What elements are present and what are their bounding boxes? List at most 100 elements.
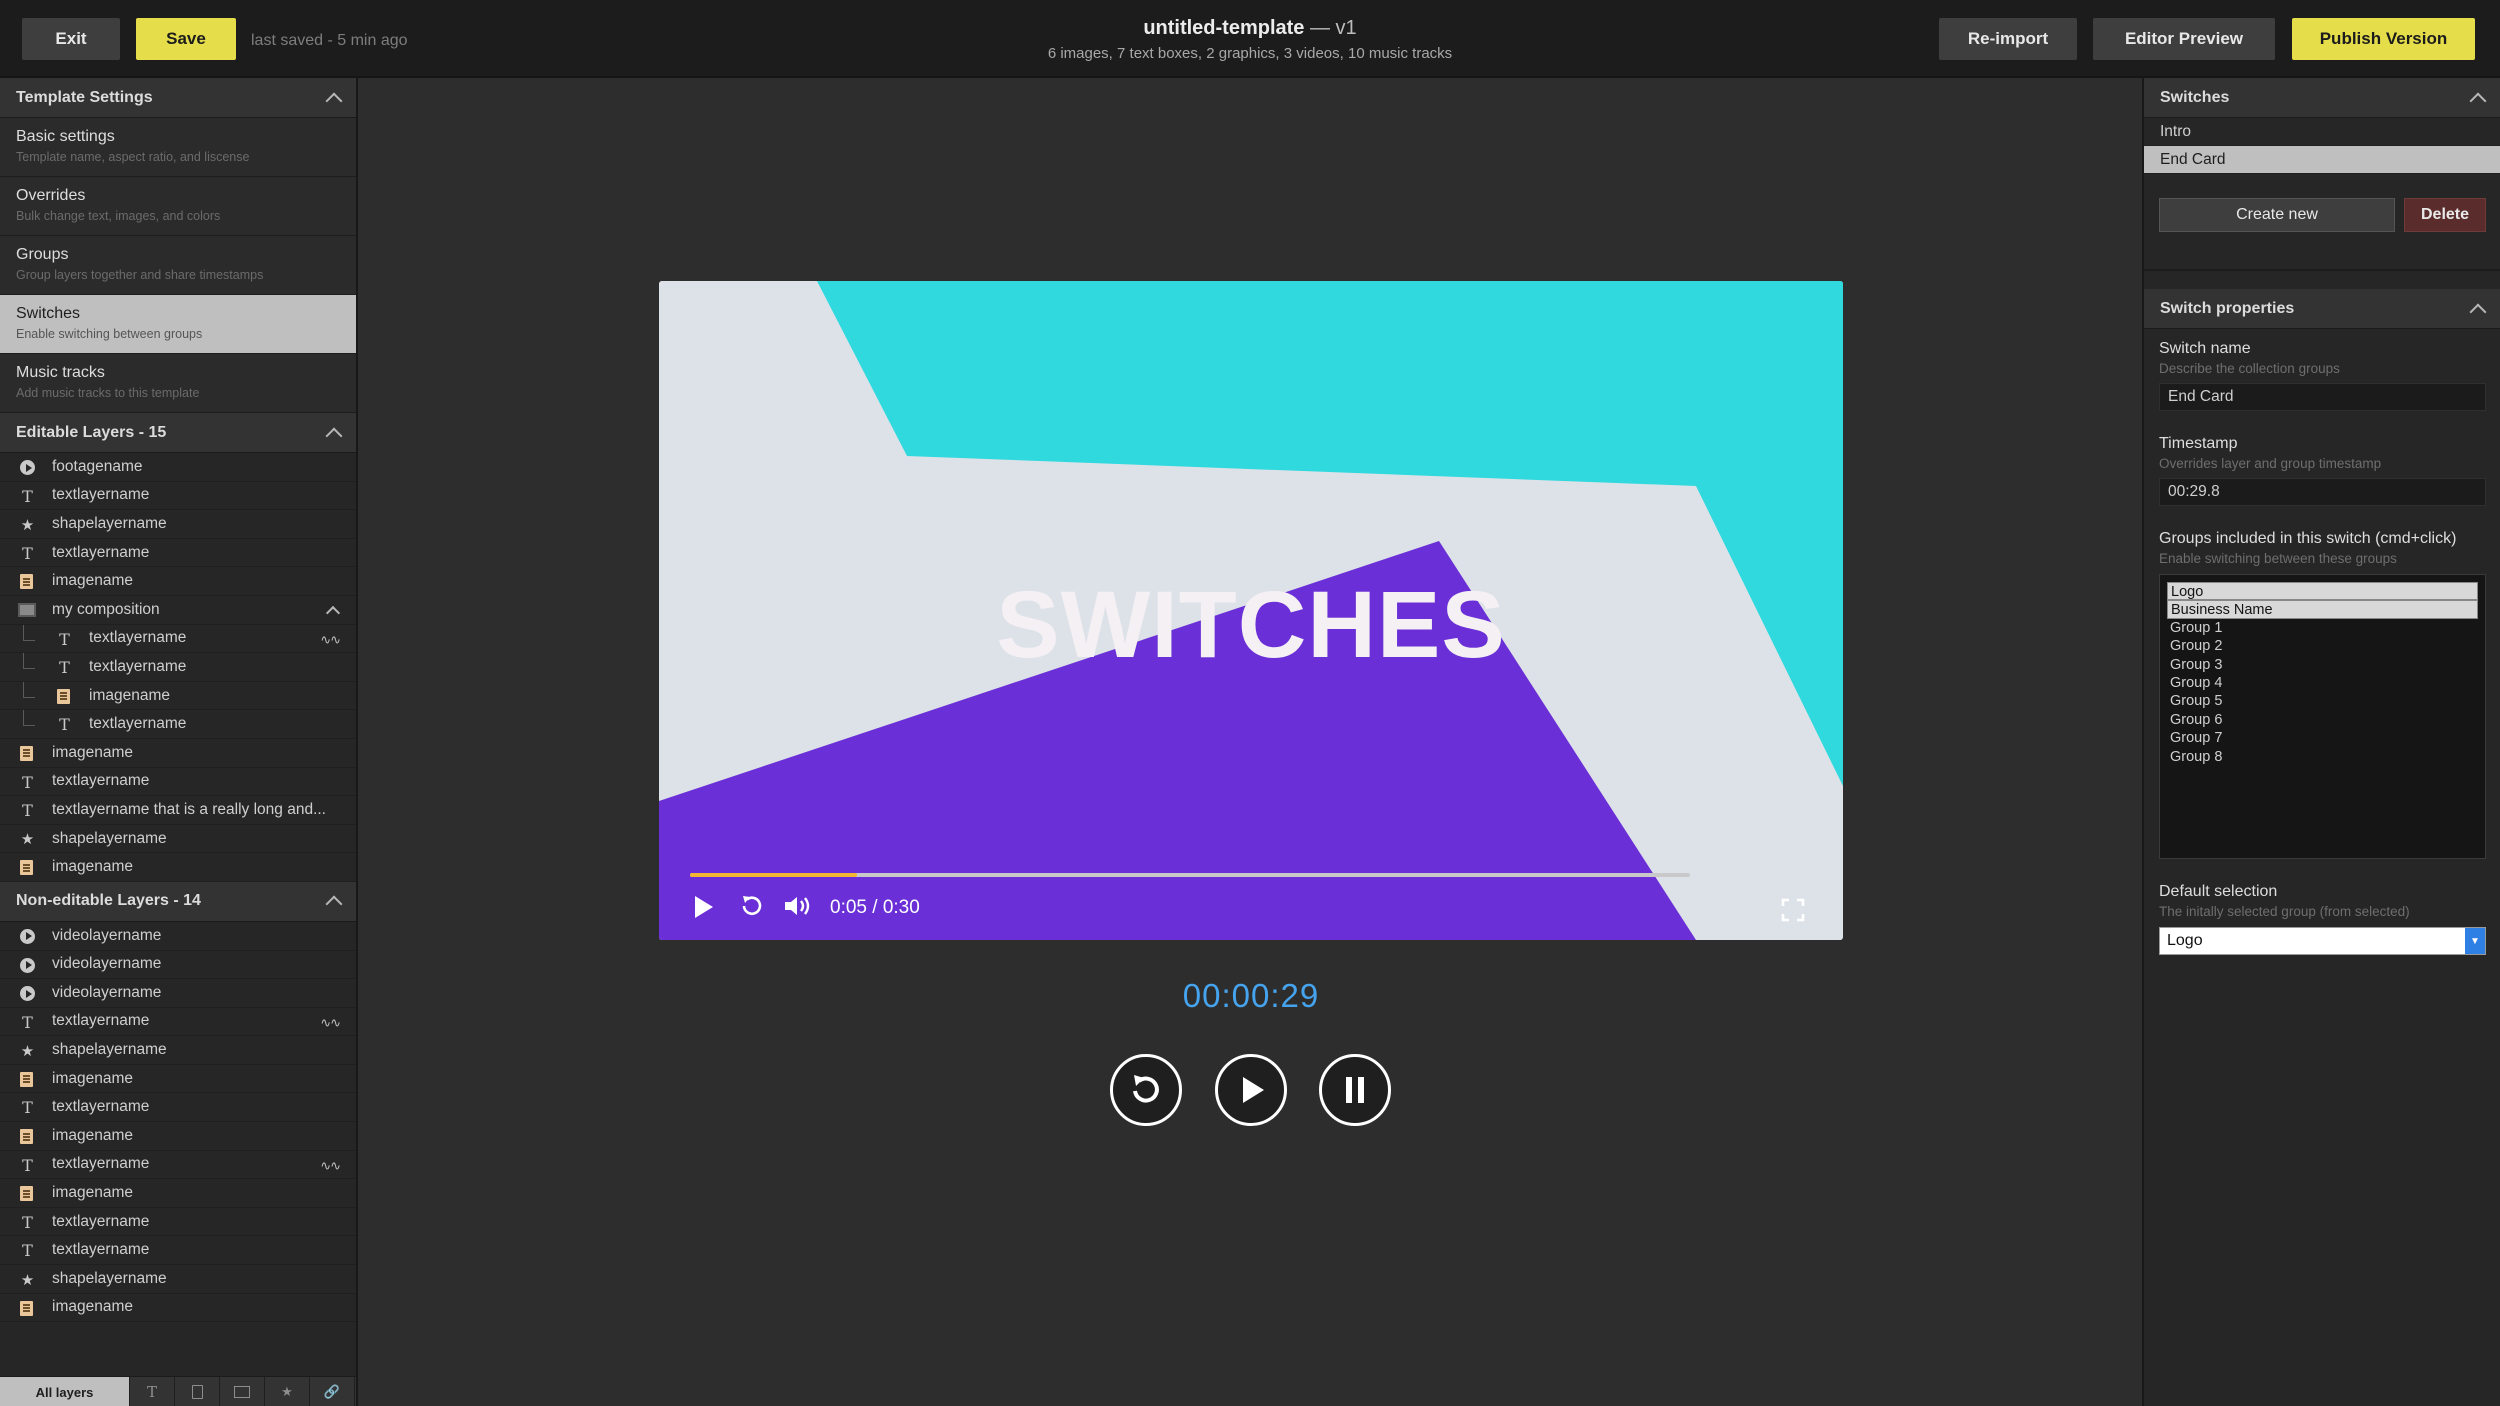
reimport-button[interactable]: Re-import: [1939, 18, 2077, 60]
editable-layers-header[interactable]: Editable Layers - 15: [0, 413, 356, 453]
tab-all-layers[interactable]: All layers: [0, 1377, 130, 1406]
layer-item[interactable]: Ttextlayername: [0, 1207, 356, 1237]
settings-item[interactable]: Groups Group layers together and share ti…: [0, 236, 356, 295]
settings-item[interactable]: Music tracks Add music tracks to this tem…: [0, 354, 356, 413]
layer-item[interactable]: footagename: [0, 453, 356, 482]
timestamp-label: Timestamp: [2159, 435, 2238, 452]
publish-version-button[interactable]: Publish Version: [2292, 18, 2475, 60]
text-icon: T: [22, 1241, 33, 1261]
layer-item[interactable]: Ttextlayername ∿∿: [0, 624, 356, 654]
tree-connector: [23, 653, 35, 670]
group-option[interactable]: Group 1: [2167, 619, 2478, 637]
settings-item-desc: Add music tracks to this template: [16, 386, 200, 400]
layer-item[interactable]: Ttextlayername that is a really long and…: [0, 796, 356, 825]
exit-button[interactable]: Exit: [22, 18, 120, 60]
collapse-chevron-icon[interactable]: [325, 92, 343, 109]
video-preview[interactable]: SWITCHES 0:05 / 0:30: [659, 281, 1843, 940]
collapse-chevron-icon[interactable]: [2469, 303, 2487, 320]
group-option[interactable]: Group 6: [2167, 711, 2478, 729]
layer-item[interactable]: ★ shapelayername: [0, 1036, 356, 1065]
pause-button[interactable]: [1319, 1054, 1391, 1126]
editor-preview-button[interactable]: Editor Preview: [2093, 18, 2275, 60]
groups-multiselect[interactable]: Logo Business Name Group 1 Group 2 Group 3 Gr…: [2159, 574, 2486, 859]
layer-item[interactable]: Ttextlayername ∿∿: [0, 1150, 356, 1180]
group-option[interactable]: Logo: [2167, 582, 2478, 601]
layer-item[interactable]: imagename: [0, 567, 356, 596]
layer-item[interactable]: my composition: [0, 595, 356, 625]
layer-item[interactable]: imagename: [0, 1122, 356, 1151]
layer-item[interactable]: imagename: [0, 1179, 356, 1208]
layer-item[interactable]: imagename: [0, 681, 356, 711]
layer-item[interactable]: Ttextlayername: [0, 767, 356, 797]
layer-item[interactable]: videolayername: [0, 950, 356, 980]
switches-header[interactable]: Switches: [2144, 78, 2500, 118]
animation-wave-icon[interactable]: ∿∿: [320, 1158, 341, 1174]
filter-image-icon[interactable]: [175, 1377, 220, 1406]
animation-wave-icon[interactable]: ∿∿: [320, 632, 341, 648]
settings-item[interactable]: Basic settings Template name, aspect rati…: [0, 118, 356, 177]
replay-icon[interactable]: [739, 893, 765, 924]
group-option[interactable]: Group 8: [2167, 748, 2478, 766]
layer-item[interactable]: videolayername: [0, 979, 356, 1008]
collapse-chevron-icon[interactable]: [325, 427, 343, 444]
group-option[interactable]: Group 2: [2167, 637, 2478, 655]
layer-item[interactable]: Ttextlayername: [0, 481, 356, 511]
group-option[interactable]: Group 5: [2167, 692, 2478, 710]
settings-item-title: Switches: [16, 305, 81, 322]
layer-item[interactable]: imagename: [0, 738, 356, 768]
layer-item[interactable]: videolayername: [0, 921, 356, 951]
layer-item[interactable]: imagename: [0, 853, 356, 882]
image-icon: [57, 688, 70, 704]
collapse-chevron-icon[interactable]: [2469, 92, 2487, 109]
template-settings-header[interactable]: Template Settings: [0, 78, 356, 118]
layer-item[interactable]: Ttextlayername: [0, 1236, 356, 1266]
layer-item[interactable]: ★ shapelayername: [0, 510, 356, 539]
settings-item[interactable]: Overrides Bulk change text, images, and c…: [0, 177, 356, 236]
settings-item-desc: Enable switching between groups: [16, 327, 203, 341]
filter-composition-icon[interactable]: [220, 1377, 265, 1406]
collapse-chevron-icon[interactable]: [325, 895, 343, 913]
play-icon[interactable]: [695, 896, 713, 918]
layer-item[interactable]: Ttextlayername: [0, 1093, 356, 1123]
default-selection-value: Logo: [2167, 932, 2203, 949]
filter-shape-icon[interactable]: ★: [265, 1377, 310, 1406]
fullscreen-icon[interactable]: [1781, 898, 1805, 927]
progress-fill: [690, 873, 857, 877]
text-icon: T: [59, 629, 70, 649]
layer-name: textlayername: [52, 486, 150, 504]
volume-icon[interactable]: [783, 894, 813, 923]
switch-item[interactable]: Intro: [2144, 118, 2500, 146]
create-new-button[interactable]: Create new: [2159, 198, 2395, 232]
save-button[interactable]: Save: [136, 18, 236, 60]
tree-connector: [23, 681, 35, 698]
layer-item[interactable]: ★ shapelayername: [0, 824, 356, 854]
delete-button[interactable]: Delete: [2404, 198, 2486, 232]
play-button[interactable]: [1215, 1054, 1287, 1126]
group-option[interactable]: Group 4: [2167, 674, 2478, 692]
layer-item[interactable]: Ttextlayername: [0, 538, 356, 568]
default-selection-select[interactable]: Logo ▼: [2159, 927, 2486, 955]
switch-name-input[interactable]: End Card: [2159, 383, 2486, 411]
layer-item[interactable]: imagename: [0, 1064, 356, 1094]
group-option[interactable]: Business Name: [2167, 600, 2478, 619]
group-option[interactable]: Group 3: [2167, 656, 2478, 674]
switch-properties-header[interactable]: Switch properties: [2144, 289, 2500, 329]
settings-item[interactable]: Switches Enable switching between groups: [0, 295, 356, 354]
animation-wave-icon[interactable]: ∿∿: [320, 1015, 341, 1031]
replay-button[interactable]: [1110, 1054, 1182, 1126]
layer-item[interactable]: Ttextlayername: [0, 653, 356, 682]
filter-text-icon[interactable]: T: [130, 1377, 175, 1406]
layer-item[interactable]: ★ shapelayername: [0, 1265, 356, 1294]
timestamp-input[interactable]: 00:29.8: [2159, 478, 2486, 506]
progress-bar[interactable]: [690, 873, 1690, 877]
layer-item[interactable]: Ttextlayername ∿∿: [0, 1007, 356, 1037]
top-bar: Exit Save last saved - 5 min ago untitle…: [0, 0, 2500, 78]
video-controls: 0:05 / 0:30: [659, 860, 1843, 940]
layer-item[interactable]: Ttextlayername: [0, 710, 356, 739]
group-option[interactable]: Group 7: [2167, 729, 2478, 747]
collapse-chevron-icon[interactable]: [325, 605, 341, 621]
noneditable-layers-header[interactable]: Non-editable Layers - 14: [0, 881, 356, 922]
switch-item[interactable]: End Card: [2144, 146, 2500, 174]
filter-link-icon[interactable]: 🔗: [310, 1377, 355, 1406]
layer-item[interactable]: imagename: [0, 1293, 356, 1323]
